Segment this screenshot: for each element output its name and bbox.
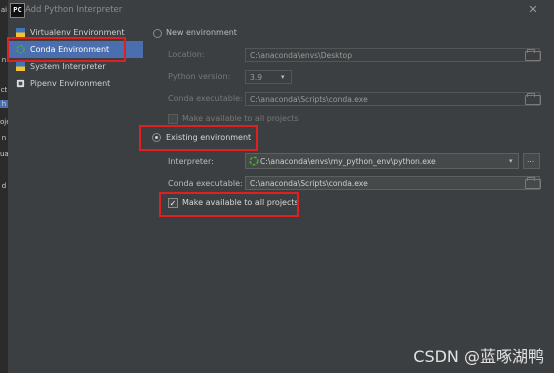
interpreter-select[interactable]: C:\anaconda\envs\my_python_env\python.ex… (245, 153, 519, 169)
strip-text: ai (0, 6, 8, 14)
sidebar-item-pipenv[interactable]: Pipenv Environment (8, 75, 143, 92)
strip-text: ua (0, 150, 9, 158)
virtualenv-icon (16, 28, 25, 37)
highlight-box (139, 125, 258, 151)
folder-icon[interactable] (525, 49, 541, 61)
chevron-down-icon: ▾ (281, 73, 285, 81)
new-environment-label: New environment (166, 28, 237, 37)
watermark: CSDN @蓝啄湖鸭 (413, 347, 544, 366)
interpreter-label: Interpreter: (168, 157, 214, 166)
python-version-label: Python version: (168, 72, 231, 81)
python-icon (16, 62, 25, 71)
folder-icon[interactable] (525, 93, 541, 105)
conda-executable-label: Conda executable: (168, 94, 243, 103)
browse-interpreter-button[interactable]: ... (523, 153, 540, 169)
highlight-box (7, 37, 126, 62)
conda-icon (249, 156, 259, 166)
conda-executable-field[interactable]: C:\anaconda\Scripts\conda.exe (245, 176, 540, 190)
strip-text: h (0, 100, 8, 108)
location-field[interactable]: C:\anaconda\envs\Desktop (245, 48, 540, 62)
highlight-box (159, 192, 299, 217)
interpreter-type-sidebar: Virtualenv Environment Conda Environment… (8, 22, 143, 373)
python-version-value: 3.9 (250, 73, 263, 82)
pycharm-icon: PC (10, 3, 25, 18)
folder-icon[interactable] (525, 177, 541, 189)
chevron-down-icon: ▾ (509, 157, 513, 165)
location-label: Location: (168, 50, 205, 59)
make-available-label: Make available to all projects (182, 114, 299, 123)
conda-executable-field[interactable]: C:\anaconda\Scripts\conda.exe (245, 92, 540, 106)
strip-text: d (1, 182, 7, 190)
conda-executable-label: Conda executable: (168, 179, 243, 188)
make-available-checkbox-new[interactable] (168, 114, 178, 124)
sidebar-item-label: Pipenv Environment (30, 79, 111, 88)
window-title: Add Python Interpreter (25, 5, 123, 15)
strip-text: oje (0, 118, 11, 126)
pipenv-icon (16, 79, 25, 88)
strip-text: n (1, 134, 7, 142)
strip-text: ct (0, 86, 8, 94)
new-environment-radio[interactable] (153, 29, 162, 38)
interpreter-value: C:\anaconda\envs\my_python_env\python.ex… (260, 157, 436, 166)
close-button[interactable]: ✕ (526, 3, 540, 17)
